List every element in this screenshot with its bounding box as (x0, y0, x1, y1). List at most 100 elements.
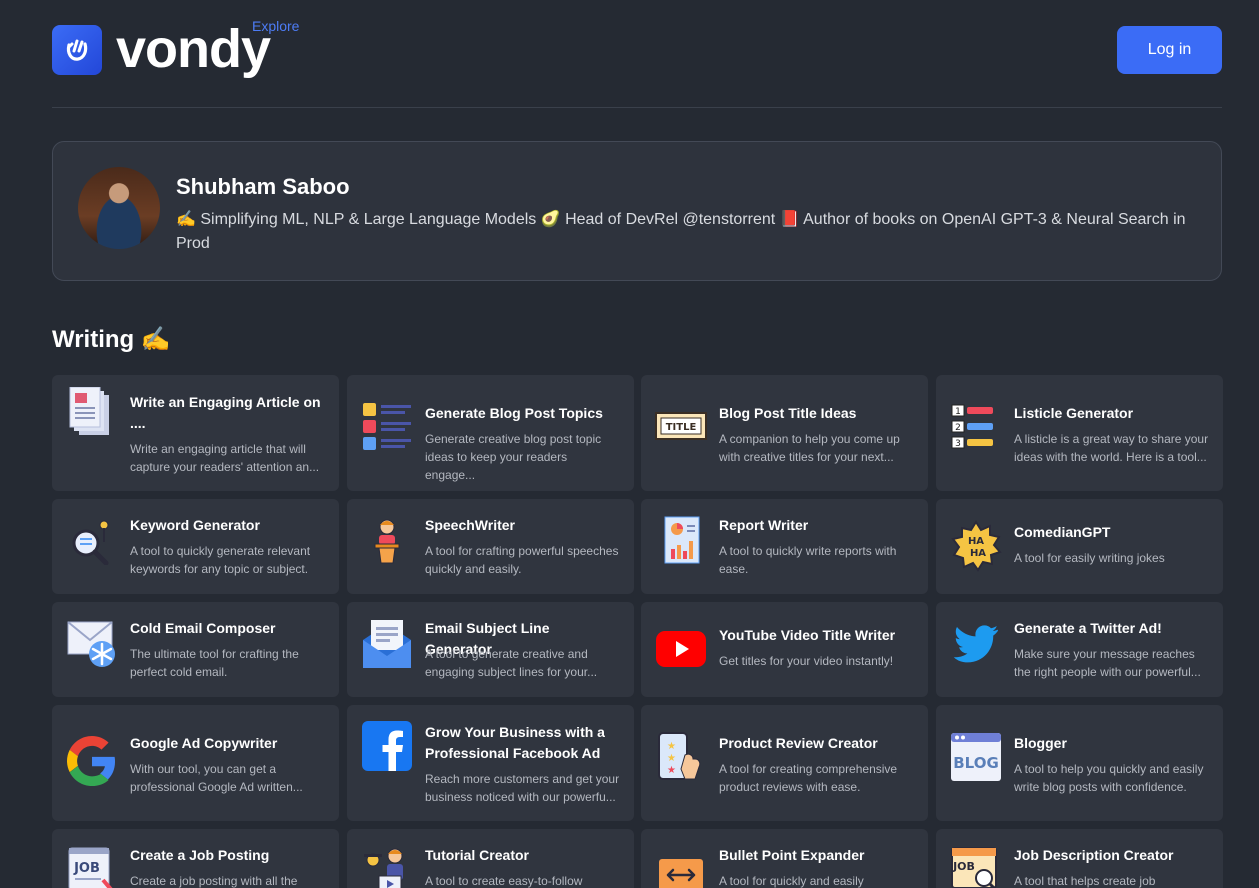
tool-title: Cold Email Composer (130, 620, 276, 636)
vondy-logo-icon[interactable] (52, 25, 102, 75)
svg-text:2: 2 (955, 423, 961, 433)
tool-title: Bullet Point Expander (719, 847, 865, 863)
tool-description: A tool that helps create job (1014, 874, 1156, 888)
tool-card[interactable]: Keyword Generator A tool to quickly gene… (52, 499, 339, 594)
profile-bio: ✍️ Simplifying ML, NLP & Large Language … (176, 211, 1186, 252)
tool-title: Blogger (1014, 735, 1067, 751)
tool-title: Product Review Creator (719, 735, 878, 751)
tool-description: A tool to help you quickly and easily wr… (1014, 762, 1204, 794)
tool-card[interactable]: Google Ad Copywriter With our tool, you … (52, 705, 339, 821)
haha-burst-icon: HA HA (950, 520, 1002, 572)
tool-card[interactable]: Cold Email Composer The ultimate tool fo… (52, 602, 339, 697)
tool-card[interactable]: TITLE Blog Post Title Ideas A companion … (641, 375, 928, 491)
tool-title: YouTube Video Title Writer (719, 627, 896, 643)
login-button[interactable]: Log in (1117, 26, 1222, 74)
section-title: Writing ✍️ (52, 326, 171, 353)
tool-title: Create a Job Posting (130, 847, 270, 863)
job-board-icon: JOB (66, 845, 118, 888)
tool-card[interactable]: BLOG Blogger A tool to help you quickly … (936, 705, 1223, 821)
tool-card[interactable]: JOB Create a Job Posting Create a job po… (52, 829, 339, 888)
tool-title: Generate Blog Post Topics (425, 405, 603, 421)
tool-card[interactable]: Email Subject Line Generator A tool to g… (347, 602, 634, 697)
tool-title: ComedianGPT (1014, 524, 1111, 540)
tool-card[interactable]: Report Writer A tool to quickly write re… (641, 499, 928, 594)
open-envelope-icon (361, 618, 413, 670)
twitter-bird-icon (950, 618, 1002, 670)
tool-description: A tool for creating comprehensive produc… (719, 762, 898, 794)
tool-card[interactable]: YouTube Video Title Writer Get titles fo… (641, 602, 928, 697)
tool-description: A companion to help you come up with cre… (719, 432, 900, 464)
tool-title: Listicle Generator (1014, 405, 1134, 421)
title-banner-icon: TITLE (655, 401, 707, 453)
svg-text:BLOG: BLOG (953, 754, 999, 772)
numbered-list-icon: 1 2 3 (950, 401, 1002, 453)
tool-description: A tool for easily writing jokes (1014, 551, 1165, 565)
tool-title: Google Ad Copywriter (130, 735, 278, 751)
svg-text:1: 1 (955, 407, 961, 417)
speaker-podium-icon (361, 515, 413, 567)
tool-description: Get titles for your video instantly! (719, 654, 894, 668)
cold-email-icon (66, 618, 118, 670)
svg-text:3: 3 (955, 439, 961, 449)
top-header: vondy Explore Log in (52, 0, 1222, 108)
document-pages-icon (66, 387, 118, 439)
tool-description: A tool to generate creative and engaging… (425, 647, 598, 679)
svg-text:HA: HA (970, 548, 986, 559)
tool-title: Job Description Creator (1014, 847, 1174, 863)
tool-title: Generate a Twitter Ad! (1014, 620, 1162, 636)
tool-card[interactable]: 1 2 3 Listicle Generator A listicle is a g… (936, 375, 1223, 491)
explore-link[interactable]: Explore (252, 18, 299, 34)
tool-description: A tool to create easy-to-follow (425, 874, 583, 888)
tool-description: Write an engaging article that will capt… (130, 442, 320, 474)
tool-description: A tool for quickly and easily (719, 874, 864, 888)
svg-text:TITLE: TITLE (666, 422, 697, 433)
magnifier-key-icon (66, 515, 118, 567)
phone-review-icon: ★ ★ ★ (655, 731, 707, 783)
logo-wordmark[interactable]: vondy (116, 16, 271, 82)
tool-card[interactable]: HA HA ComedianGPT A tool for easily writi… (936, 499, 1223, 594)
tool-card[interactable]: Grow Your Business with a Professional F… (347, 705, 634, 821)
tool-card[interactable]: Tutorial Creator A tool to create easy-t… (347, 829, 634, 888)
svg-text:HA: HA (968, 536, 984, 547)
avatar (78, 167, 160, 249)
youtube-icon (655, 623, 707, 675)
tool-card[interactable]: ★ ★ ★ Product Review Creator A tool for cr… (641, 705, 928, 821)
tool-title: Report Writer (719, 517, 809, 533)
tool-description: A tool for crafting powerful speeches qu… (425, 544, 619, 576)
expand-arrows-icon (655, 849, 707, 888)
tool-title: Keyword Generator (130, 517, 260, 533)
svg-text:★: ★ (667, 765, 676, 776)
svg-text:★: ★ (667, 753, 676, 764)
tool-title: Write an Engaging Article on .... (130, 394, 321, 431)
report-chart-icon (655, 515, 707, 567)
tool-title: Blog Post Title Ideas (719, 405, 857, 421)
profile-name: Shubham Saboo (176, 174, 350, 199)
tool-title: SpeechWriter (425, 517, 515, 533)
tool-description: A tool to quickly write reports with eas… (719, 544, 897, 576)
tool-card[interactable]: SpeechWriter A tool for crafting powerfu… (347, 499, 634, 594)
tool-description: A listicle is a great way to share your … (1014, 432, 1209, 464)
svg-text:★: ★ (667, 741, 676, 752)
tool-description: With our tool, you can get a professiona… (130, 762, 303, 794)
facebook-icon (361, 720, 413, 772)
google-icon (66, 735, 118, 787)
tool-description: Reach more customers and get your busine… (425, 772, 620, 804)
tool-title: Tutorial Creator (425, 847, 529, 863)
tool-card[interactable]: Generate Blog Post Topics Generate creat… (347, 375, 634, 491)
tool-description: Create a job posting with all the (130, 874, 298, 888)
tool-description: Make sure your message reaches the right… (1014, 647, 1201, 679)
blog-window-icon: BLOG (950, 731, 1002, 783)
color-list-icon (361, 401, 413, 453)
profile-card: Shubham Saboo ✍️ Simplifying ML, NLP & L… (52, 141, 1222, 281)
tool-description: Generate creative blog post topic ideas … (425, 432, 602, 482)
svg-text:JOB: JOB (952, 860, 975, 873)
tool-title: Grow Your Business with a Professional F… (425, 724, 605, 761)
tool-description: A tool to quickly generate relevant keyw… (130, 544, 311, 576)
tool-description: The ultimate tool for crafting the perfe… (130, 647, 299, 679)
tool-card[interactable]: Generate a Twitter Ad! Make sure your me… (936, 602, 1223, 697)
tool-card[interactable]: JOB Job Description Creator A tool that … (936, 829, 1223, 888)
tool-card[interactable]: Bullet Point Expander A tool for quickly… (641, 829, 928, 888)
tutor-presenter-icon (361, 845, 413, 888)
job-magnifier-icon: JOB (950, 845, 1002, 888)
tool-card[interactable]: Write an Engaging Article on .... Write … (52, 375, 339, 491)
